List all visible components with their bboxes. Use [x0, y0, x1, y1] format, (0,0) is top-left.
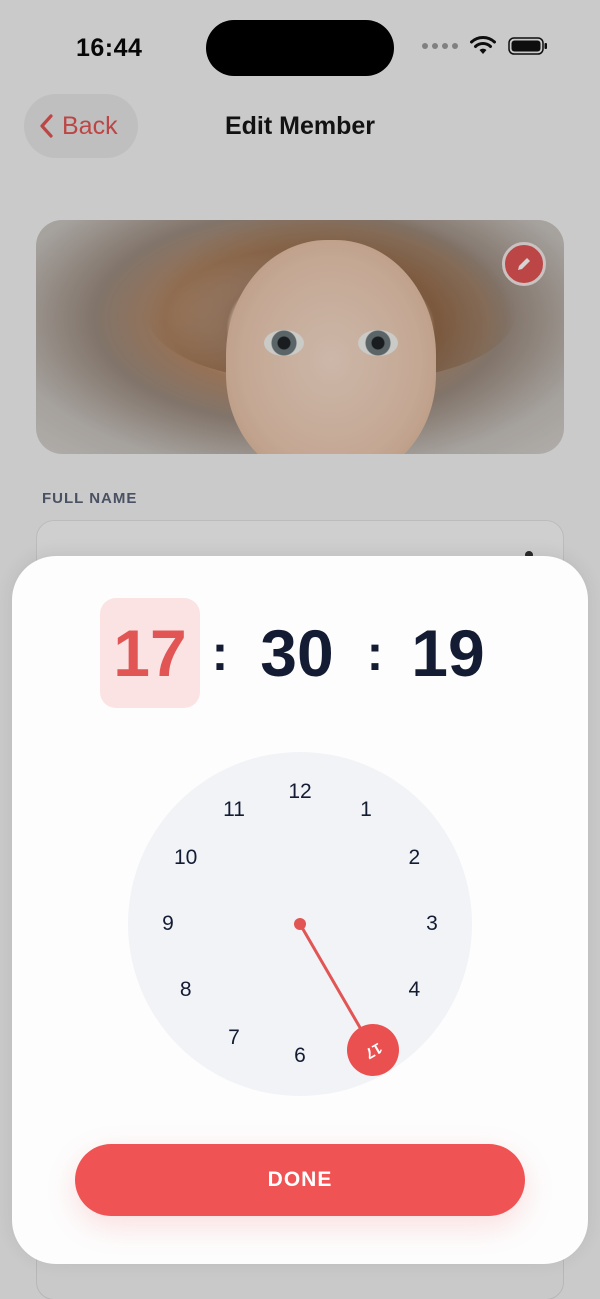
minutes-segment[interactable]: 30 [247, 598, 347, 708]
hours-segment[interactable]: 17 [100, 598, 200, 708]
time-separator: : [211, 625, 229, 681]
clock-number-4[interactable]: 4 [394, 975, 434, 1005]
clock-number-2[interactable]: 2 [394, 843, 434, 873]
clock-number-10[interactable]: 10 [166, 843, 206, 873]
clock-number-12[interactable]: 12 [280, 777, 320, 807]
clock-number-11[interactable]: 11 [214, 795, 254, 825]
clock-dial[interactable]: 12 1 2 3 4 6 7 8 9 10 11 17 [128, 752, 472, 1096]
time-separator: : [366, 625, 384, 681]
time-display: 17 : 30 : 19 [12, 598, 588, 708]
clock-number-7[interactable]: 7 [214, 1023, 254, 1053]
time-picker-sheet: 17 : 30 : 19 12 1 2 3 4 6 7 8 9 10 11 17 DONE [12, 556, 588, 1264]
done-button[interactable]: DONE [75, 1144, 525, 1216]
clock-number-9[interactable]: 9 [148, 909, 188, 939]
clock-number-8[interactable]: 8 [166, 975, 206, 1005]
clock-center-dot [294, 918, 306, 930]
clock-number-1[interactable]: 1 [346, 795, 386, 825]
clock-hand-knob[interactable]: 17 [347, 1024, 399, 1076]
clock-number-6[interactable]: 6 [280, 1041, 320, 1071]
selected-dial-value: 17 [361, 1038, 385, 1062]
clock-number-3[interactable]: 3 [412, 909, 452, 939]
seconds-segment[interactable]: 19 [398, 598, 498, 708]
